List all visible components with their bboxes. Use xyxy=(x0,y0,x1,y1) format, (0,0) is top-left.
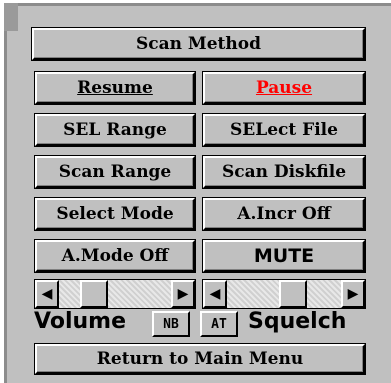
left-arrow-glyph: ◀ xyxy=(41,286,53,302)
right-arrow-glyph: ▶ xyxy=(177,286,189,302)
scan-method-button[interactable]: Scan Method xyxy=(32,28,365,60)
sel-range-button[interactable]: SEL Range xyxy=(35,114,195,146)
select-file-label: SELect File xyxy=(230,120,338,140)
scan-method-label: Scan Method xyxy=(136,34,261,54)
auto-increment-button[interactable]: A.Incr Off xyxy=(203,198,365,230)
at-button[interactable]: AT xyxy=(200,311,238,337)
pause-label: Pause xyxy=(255,78,313,98)
sel-range-label: SEL Range xyxy=(63,120,167,140)
mute-label: MUTE xyxy=(253,245,315,267)
mute-button[interactable]: MUTE xyxy=(203,240,365,272)
volume-left-arrow-icon[interactable]: ◀ xyxy=(35,280,59,308)
squelch-slider-thumb[interactable] xyxy=(279,280,307,308)
return-main-menu-label: Return to Main Menu xyxy=(96,349,304,369)
scan-control-panel: Scan Method Resume Pause SEL Range SELec… xyxy=(4,3,391,383)
select-file-button[interactable]: SELect File xyxy=(203,114,365,146)
volume-slider-thumb[interactable] xyxy=(80,280,108,308)
auto-increment-label: A.Incr Off xyxy=(237,204,331,224)
pause-button[interactable]: Pause xyxy=(203,72,365,104)
panel-top-edge xyxy=(18,3,391,6)
volume-right-arrow-icon[interactable]: ▶ xyxy=(171,280,195,308)
squelch-right-arrow-icon[interactable]: ▶ xyxy=(341,280,365,308)
scan-diskfile-label: Scan Diskfile xyxy=(221,162,347,182)
left-arrow-glyph: ◀ xyxy=(209,286,221,302)
squelch-scrollbar[interactable]: ◀ ▶ xyxy=(203,280,365,308)
auto-mode-button[interactable]: A.Mode Off xyxy=(35,240,195,272)
panel-corner-shade xyxy=(4,3,18,31)
select-mode-button[interactable]: Select Mode xyxy=(35,198,195,230)
resume-button[interactable]: Resume xyxy=(35,72,195,104)
auto-mode-label: A.Mode Off xyxy=(61,246,169,266)
squelch-label: Squelch xyxy=(248,309,347,334)
volume-label: Volume xyxy=(34,309,126,334)
volume-scrollbar[interactable]: ◀ ▶ xyxy=(35,280,195,308)
squelch-left-arrow-icon[interactable]: ◀ xyxy=(203,280,227,308)
right-arrow-glyph: ▶ xyxy=(347,286,359,302)
resume-label: Resume xyxy=(77,78,153,98)
nb-button[interactable]: NB xyxy=(152,311,190,337)
nb-label: NB xyxy=(163,316,179,332)
scan-diskfile-button[interactable]: Scan Diskfile xyxy=(203,156,365,188)
return-main-menu-button[interactable]: Return to Main Menu xyxy=(35,344,365,374)
at-label: AT xyxy=(211,316,227,332)
panel-left-edge xyxy=(4,31,7,383)
scan-range-button[interactable]: Scan Range xyxy=(35,156,195,188)
select-mode-label: Select Mode xyxy=(56,204,174,224)
scan-range-label: Scan Range xyxy=(58,162,172,182)
